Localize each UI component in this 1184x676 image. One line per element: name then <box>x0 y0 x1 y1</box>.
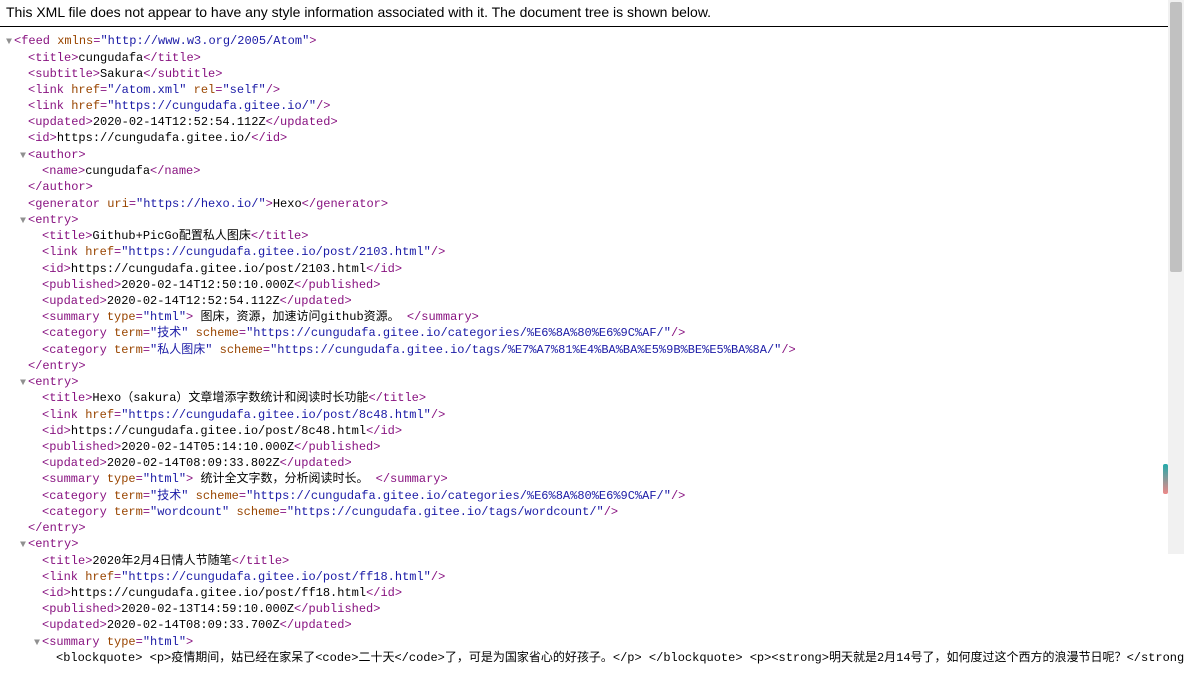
link-tag[interactable]: <link <box>28 99 71 113</box>
feed-open[interactable]: <feed <box>14 34 57 48</box>
collapse-toggle[interactable]: ▼ <box>18 377 28 391</box>
generator-tag[interactable]: <generator <box>28 197 107 211</box>
entry-tag[interactable]: <entry> <box>28 375 78 389</box>
subtitle-text: Sakura <box>100 67 143 81</box>
collapse-toggle[interactable]: ▼ <box>18 150 28 164</box>
collapse-toggle[interactable]: ▼ <box>32 637 42 651</box>
link-tag[interactable]: <link <box>28 83 71 97</box>
collapse-toggle[interactable]: ▼ <box>18 215 28 229</box>
id-text: https://cungudafa.gitee.io/ <box>57 131 251 145</box>
xml-notice: This XML file does not appear to have an… <box>0 0 1184 24</box>
entry-title: Hexo（sakura）文章增添字数统计和阅读时长功能 <box>92 391 368 405</box>
entry-title: 2020年2月4日情人节随笔 <box>92 554 231 568</box>
entry-title: Github+PicGo配置私人图床 <box>92 229 250 243</box>
attr-value: "http://www.w3.org/2005/Atom" <box>100 34 309 48</box>
name-text: cungudafa <box>85 164 150 178</box>
scrollbar-thumb[interactable] <box>1170 2 1182 272</box>
scrollbar-vertical[interactable] <box>1168 0 1184 554</box>
xml-tree: ▼<feed xmlns="http://www.w3.org/2005/Ato… <box>0 33 1184 676</box>
updated-tag[interactable]: <updated> <box>28 115 93 129</box>
entry-tag[interactable]: <entry> <box>28 537 78 551</box>
divider <box>0 26 1184 27</box>
id-tag[interactable]: <id> <box>28 131 57 145</box>
attr-name: xmlns <box>57 34 93 48</box>
collapse-toggle[interactable]: ▼ <box>18 539 28 553</box>
side-indicator-icon <box>1163 464 1168 494</box>
updated-text: 2020-02-14T12:52:54.112Z <box>93 115 266 129</box>
title-text: cungudafa <box>78 51 143 65</box>
collapse-toggle[interactable]: ▼ <box>4 36 14 50</box>
author-close[interactable]: </author> <box>28 180 93 194</box>
title-tag[interactable]: <title> <box>28 51 78 65</box>
name-tag[interactable]: <name> <box>42 164 85 178</box>
entry-tag[interactable]: <entry> <box>28 213 78 227</box>
author-tag[interactable]: <author> <box>28 148 86 162</box>
subtitle-tag[interactable]: <subtitle> <box>28 67 100 81</box>
